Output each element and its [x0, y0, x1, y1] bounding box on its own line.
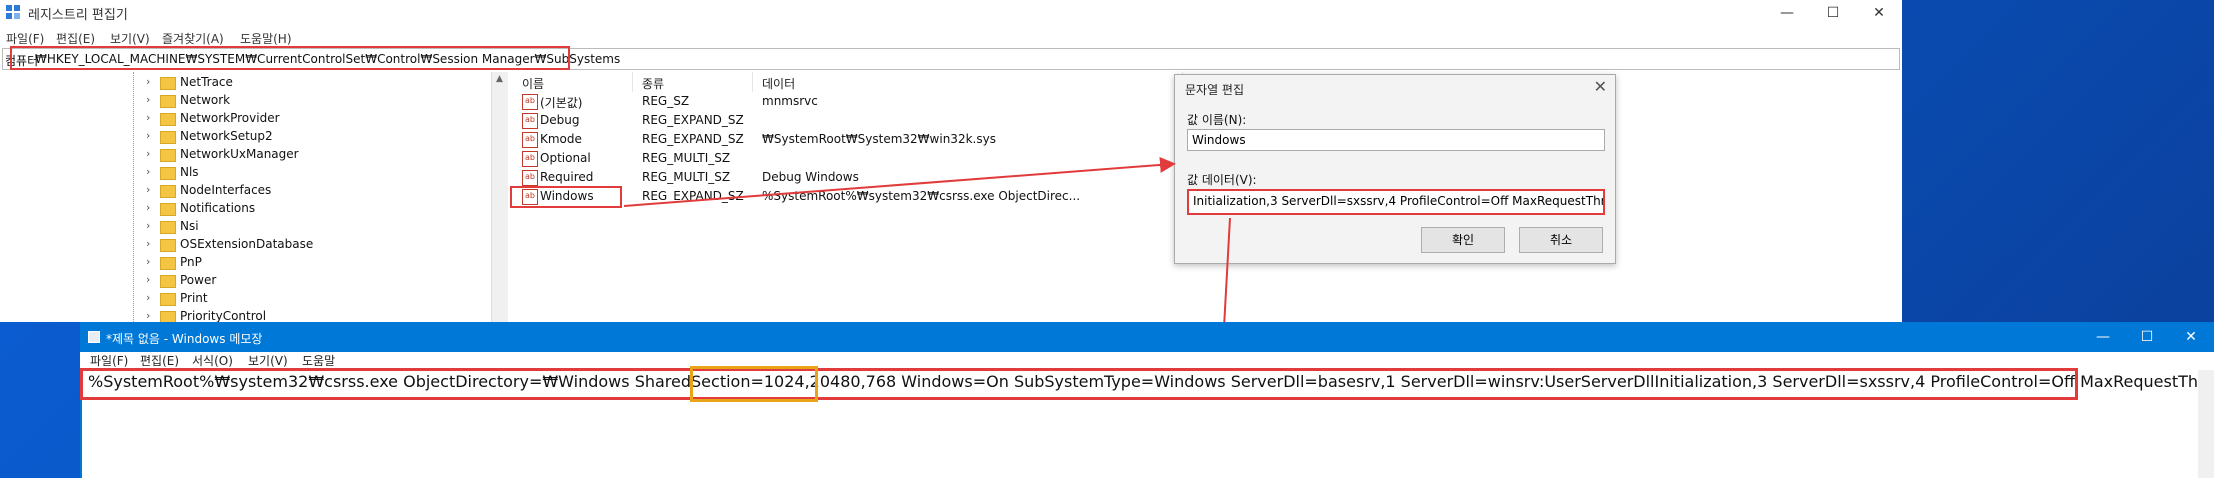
- notepad-maximize-button[interactable]: ☐: [2124, 322, 2170, 352]
- notepad-titlebar[interactable]: *제목 없음 - Windows 메모장 — ☐ ✕: [80, 322, 2214, 352]
- notepad-text-highlight-box: [80, 368, 2078, 400]
- notepad-close-button[interactable]: ✕: [2168, 322, 2214, 352]
- notepad-menu-help[interactable]: 도움말: [302, 352, 335, 368]
- notepad-menubar: 파일(F) 편집(E) 서식(O) 보기(V) 도움말: [80, 352, 2214, 368]
- notepad-minimize-button[interactable]: —: [2080, 322, 2126, 352]
- notepad-menu-view[interactable]: 보기(V): [248, 352, 288, 368]
- sharedsection-highlight-box: [690, 366, 818, 402]
- notepad-menu-format[interactable]: 서식(O): [192, 352, 233, 368]
- notepad-menu-edit[interactable]: 편집(E): [140, 352, 179, 368]
- notepad-scrollbar[interactable]: [2198, 370, 2214, 478]
- notepad-menu-file[interactable]: 파일(F): [90, 352, 128, 368]
- notepad-app-icon: [88, 331, 100, 343]
- arrow-to-dialog: [623, 156, 1176, 207]
- notepad-title: *제목 없음 - Windows 메모장: [106, 332, 263, 346]
